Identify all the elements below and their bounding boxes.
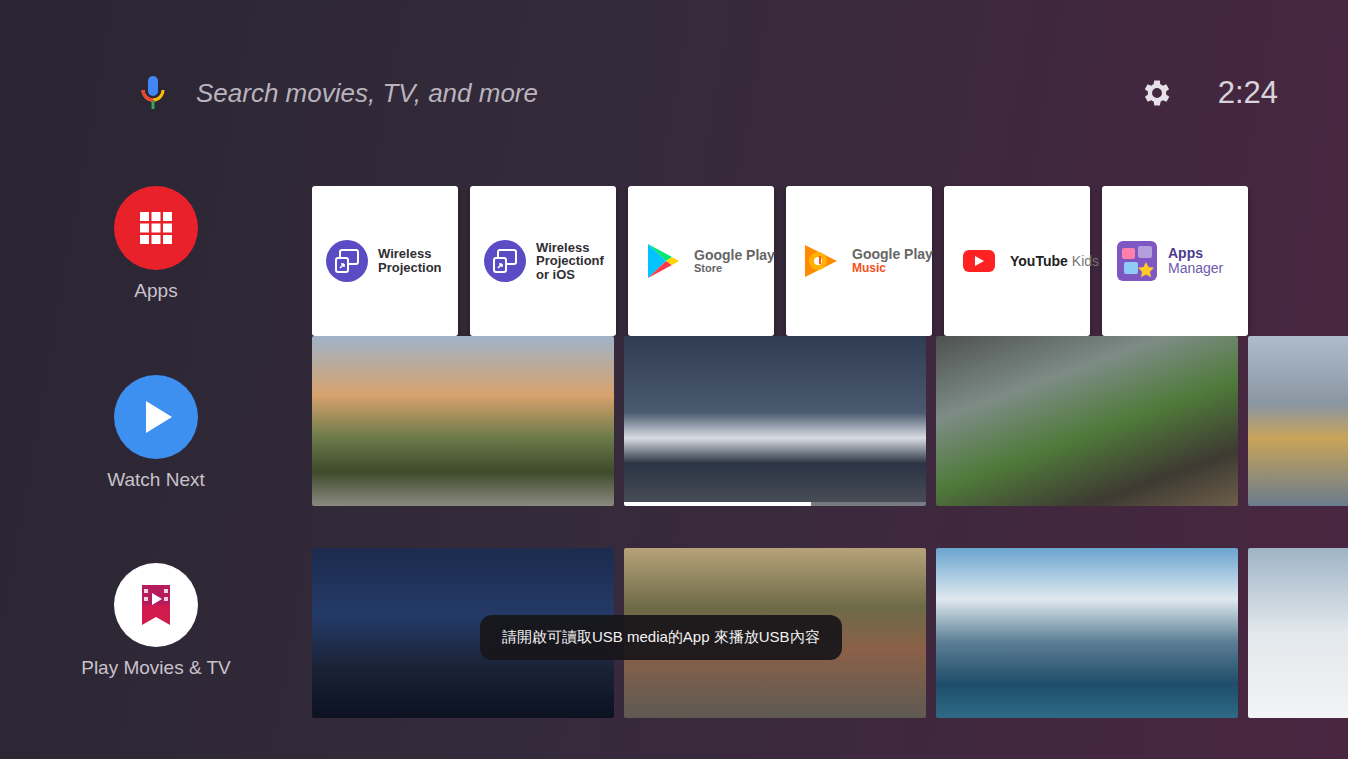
progress-track xyxy=(624,502,926,506)
clock: 2:24 xyxy=(1218,70,1278,117)
tile-text: WirelessProjectionfor iOS xyxy=(536,241,604,282)
channel-label[interactable]: Play Movies & TV xyxy=(81,654,231,683)
app-tile[interactable]: Google PlayStore xyxy=(628,186,774,336)
tile-label: Store xyxy=(694,263,766,275)
channel-header[interactable]: Watch Next xyxy=(0,336,312,548)
tile-label: YouTube xyxy=(1010,254,1068,269)
channel-header[interactable]: Play Movies & TV xyxy=(0,548,312,759)
tile-label: Manager xyxy=(1168,261,1223,276)
program-card[interactable] xyxy=(1248,548,1348,718)
appsmanager-icon xyxy=(1116,240,1158,282)
apps-icon[interactable] xyxy=(114,186,198,270)
app-tile[interactable]: YouTubeKids xyxy=(944,186,1090,336)
tile-label: Google Play xyxy=(852,247,924,262)
program-card[interactable] xyxy=(312,336,614,506)
tile-label: Wireless xyxy=(378,247,442,261)
youtubekids-icon xyxy=(958,240,1000,282)
search-prompt[interactable]: Search movies, TV, and more xyxy=(196,74,538,113)
tile-label: Apps xyxy=(1168,246,1223,261)
channel-row: AppsWirelessProjectionWirelessProjection… xyxy=(0,186,1348,336)
tile-text: Google PlayStore xyxy=(694,248,766,274)
tile-text: Google PlayMusic xyxy=(852,247,924,274)
toast-message: 請開啟可讀取USB media的App 來播放USB內容 xyxy=(480,615,842,660)
projection-icon xyxy=(484,240,526,282)
tile-label: Wireless xyxy=(536,241,604,255)
program-card[interactable] xyxy=(936,548,1238,718)
playmusic-icon xyxy=(800,240,842,282)
tile-text: YouTubeKids xyxy=(1010,254,1082,269)
app-tiles: WirelessProjectionWirelessProjectionfor … xyxy=(312,186,1348,336)
app-tile[interactable]: Google PlayMusic xyxy=(786,186,932,336)
app-tile[interactable]: AppsManager xyxy=(1102,186,1248,336)
progress-fill xyxy=(624,502,811,506)
tile-label: Projection xyxy=(378,261,442,275)
photo-row xyxy=(312,336,1348,548)
channel-header[interactable]: Apps xyxy=(0,186,312,336)
tile-label: Kids xyxy=(1072,254,1099,269)
program-card[interactable] xyxy=(1248,336,1348,506)
channel-row: Watch Next xyxy=(0,336,1348,548)
program-card[interactable] xyxy=(624,336,926,506)
tile-text: AppsManager xyxy=(1168,246,1223,275)
tile-label: or iOS xyxy=(536,268,604,282)
program-card[interactable] xyxy=(936,336,1238,506)
movies-icon[interactable] xyxy=(114,563,198,647)
app-tile[interactable]: WirelessProjection xyxy=(312,186,458,336)
gear-icon[interactable] xyxy=(1140,76,1174,110)
tile-label: Google Play xyxy=(694,248,766,263)
tile-text: WirelessProjection xyxy=(378,247,442,274)
channel-label[interactable]: Apps xyxy=(134,277,177,306)
playstore-icon xyxy=(642,240,684,282)
mic-icon[interactable] xyxy=(140,75,166,111)
top-bar: Search movies, TV, and more 2:24 xyxy=(0,0,1348,186)
tile-label: Projectionf xyxy=(536,254,604,268)
app-tile[interactable]: WirelessProjectionfor iOS xyxy=(470,186,616,336)
watch-icon[interactable] xyxy=(114,375,198,459)
channel-label[interactable]: Watch Next xyxy=(107,466,205,495)
tile-label: Music xyxy=(852,262,924,275)
projection-icon xyxy=(326,240,368,282)
